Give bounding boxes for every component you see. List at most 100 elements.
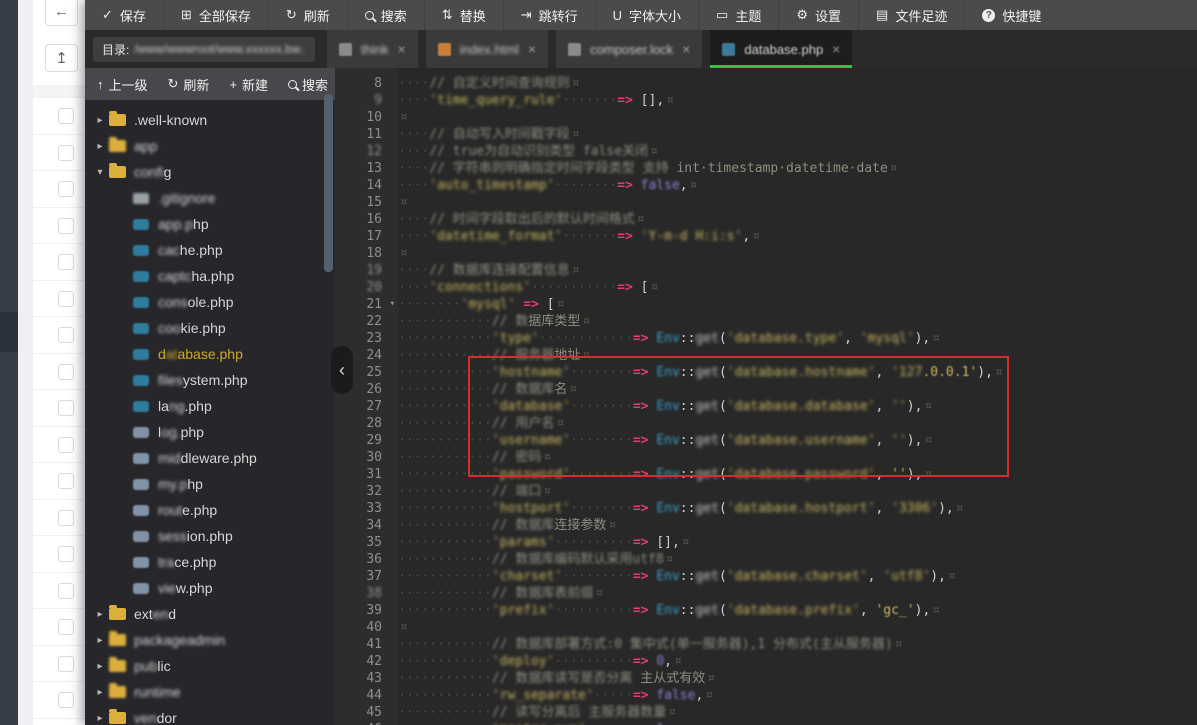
chevron-right-icon[interactable]: ▸ [91, 115, 109, 126]
chevron-right-icon[interactable]: ▸ [91, 713, 109, 724]
code-text: ············'deploy'··········=> 0,¤ [398, 653, 682, 670]
token: ¤ [580, 347, 590, 364]
tree-item-trace-php[interactable]: trace.php [85, 549, 335, 575]
tab-database-php[interactable]: database.php× [710, 30, 852, 68]
tree-item-my-php[interactable]: my.php [85, 471, 335, 497]
tree-scrollbar[interactable] [324, 94, 333, 272]
directory-path-box[interactable]: 目录: /www/wwwroot/www.xxxxxx.bw… [93, 37, 315, 62]
tree-item-extend[interactable]: ▸extend [85, 601, 335, 627]
tab-index-html[interactable]: index.html× [426, 30, 548, 68]
upload-button[interactable]: ↥ [45, 44, 78, 72]
tree-item-cache-php[interactable]: cache.php [85, 237, 335, 263]
tree-item-runtime[interactable]: ▸runtime [85, 679, 335, 705]
chevron-right-icon[interactable]: ▸ [91, 141, 109, 152]
row-checkbox[interactable] [58, 364, 74, 380]
tree-refresh-button[interactable]: ↻刷新 [168, 75, 210, 94]
php-file-icon [133, 505, 149, 516]
tree-item-route-php[interactable]: route.php [85, 497, 335, 523]
toolbar-replace-button[interactable]: ⇅替换 [424, 0, 503, 30]
code-line: 27············'database'········=> Env::… [335, 398, 1197, 415]
close-icon[interactable]: × [397, 41, 405, 57]
line-number: 18 [335, 245, 398, 262]
tree-item-packageadmin[interactable]: ▸packageadmin [85, 627, 335, 653]
left-nav-selected-item[interactable] [0, 312, 18, 352]
toolbar-file-history-button[interactable]: ▤文件足迹 [858, 0, 964, 30]
tree-item-name: console.php [158, 294, 234, 310]
close-icon[interactable]: × [682, 41, 690, 57]
row-checkbox[interactable] [58, 692, 74, 708]
row-checkbox[interactable] [58, 437, 74, 453]
toolbar-search-button[interactable]: 搜索 [347, 0, 424, 30]
token: 'database.type' [727, 330, 844, 347]
tree-item-public[interactable]: ▸public [85, 653, 335, 679]
tree-item-config[interactable]: ▾config [85, 159, 335, 185]
toolbar-save-button[interactable]: ✓保存 [85, 0, 163, 30]
toolbar-save-all-button[interactable]: ⊞全部保存 [163, 0, 268, 30]
row-checkbox[interactable] [58, 656, 74, 672]
tab-think[interactable]: think× [327, 30, 418, 68]
tree-item-database-php[interactable]: database.php [85, 341, 335, 367]
tree-item-captcha-php[interactable]: captcha.php [85, 263, 335, 289]
row-checkbox[interactable] [58, 291, 74, 307]
row-checkbox[interactable] [58, 583, 74, 599]
chevron-right-icon[interactable]: ▸ [91, 609, 109, 620]
tree-item-vendor[interactable]: ▸vendor [85, 705, 335, 725]
collapse-sidebar-button[interactable]: ‹ [331, 346, 353, 394]
tree-up-level-button[interactable]: ↑上一级 [97, 75, 148, 94]
tree-item-console-php[interactable]: console.php [85, 289, 335, 315]
line-number: 36 [335, 551, 398, 568]
toolbar-label: 刷新 [304, 6, 330, 25]
line-number: 15 [335, 194, 398, 211]
row-checkbox[interactable] [58, 218, 74, 234]
token: // 端口 [492, 483, 541, 500]
row-checkbox[interactable] [58, 181, 74, 197]
toolbar-settings-button[interactable]: ⚙设置 [778, 0, 858, 30]
toolbar-theme-button[interactable]: ▭主题 [698, 0, 778, 30]
name-segment: rout [158, 502, 182, 518]
token: get [695, 364, 718, 381]
chevron-right-icon[interactable]: ▸ [91, 661, 109, 672]
chevron-right-icon[interactable]: ▸ [91, 687, 109, 698]
toolbar-font-size-button[interactable]: U字体大小 [595, 0, 698, 30]
tree-item-log-php[interactable]: log.php [85, 419, 335, 445]
chevron-down-icon[interactable]: ▾ [91, 167, 109, 178]
row-checkbox[interactable] [58, 108, 74, 124]
close-icon[interactable]: × [528, 41, 536, 57]
toolbar-goto-line-button[interactable]: ⇥跳转行 [503, 0, 595, 30]
tree-item-cookie-php[interactable]: cookie.php [85, 315, 335, 341]
code-pane[interactable]: 8····// 自定义时间查询规则¤9····'time_query_rule'… [335, 68, 1197, 725]
back-button[interactable]: ← [45, 0, 78, 26]
row-checkbox[interactable] [58, 546, 74, 562]
toolbar-refresh-button[interactable]: ↻刷新 [268, 0, 347, 30]
tree-item-session-php[interactable]: session.php [85, 523, 335, 549]
tree-new-button[interactable]: +新建 [229, 75, 268, 94]
tree-item-app-php[interactable]: app.php [85, 211, 335, 237]
tree-item-filesystem-php[interactable]: filesystem.php [85, 367, 335, 393]
close-icon[interactable]: × [832, 41, 840, 57]
tree-item-gitignore[interactable]: .gitignore [85, 185, 335, 211]
row-checkbox[interactable] [58, 400, 74, 416]
toolbar-shortcuts-button[interactable]: ?快捷键 [964, 0, 1058, 30]
token: ¤ [570, 262, 580, 279]
row-checkbox[interactable] [58, 619, 74, 635]
row-checkbox[interactable] [58, 473, 74, 489]
folder-icon [109, 140, 126, 152]
code-text: ············'database'········=> Env::ge… [398, 398, 932, 415]
row-checkbox[interactable] [58, 510, 74, 526]
tree-item-middleware-php[interactable]: middleware.php [85, 445, 335, 471]
chevron-right-icon[interactable]: ▸ [91, 635, 109, 646]
tab-composer-lock[interactable]: composer.lock× [556, 30, 702, 68]
row-checkbox[interactable] [58, 254, 74, 270]
tree-item-app[interactable]: ▸app [85, 133, 335, 159]
tree-item-well-known[interactable]: ▸.well-known [85, 107, 335, 133]
tree-search-button[interactable]: 搜索 [288, 75, 328, 94]
row-checkbox[interactable] [58, 327, 74, 343]
fold-marker-icon[interactable]: ▾ [390, 298, 395, 311]
token: , [695, 687, 703, 704]
token: ¤ [554, 415, 564, 432]
tree-item-lang-php[interactable]: lang.php [85, 393, 335, 419]
tree-item-name: route.php [158, 502, 217, 518]
name-segment: w.php [176, 580, 213, 596]
tree-item-view-php[interactable]: view.php [85, 575, 335, 601]
row-checkbox[interactable] [58, 145, 74, 161]
